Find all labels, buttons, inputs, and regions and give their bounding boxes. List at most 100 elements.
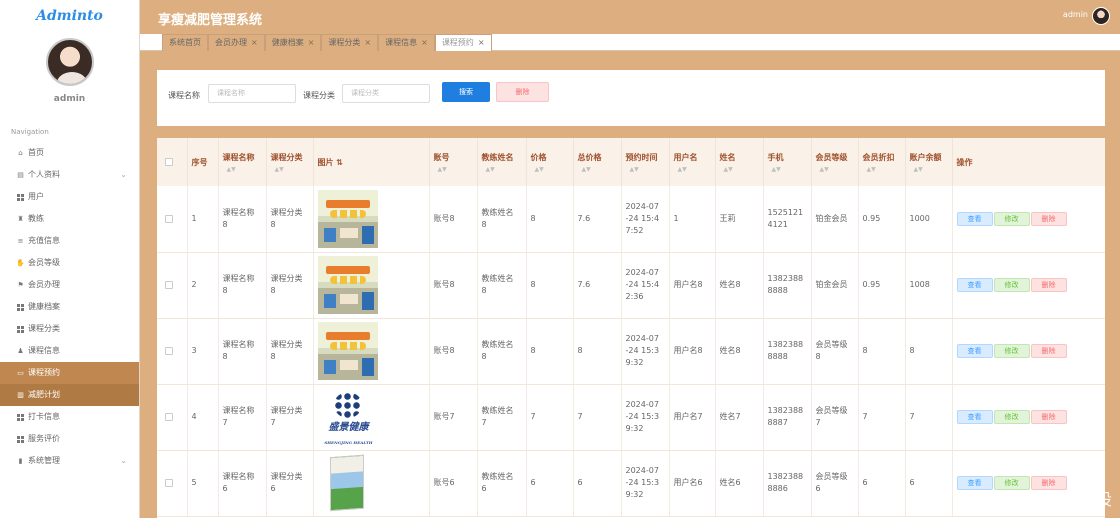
column-header[interactable]: 账号 ▲▼ (429, 138, 478, 186)
view-button[interactable]: 查看 (956, 278, 993, 292)
column-header[interactable]: 用户名 ▲▼ (669, 138, 716, 186)
view-button[interactable]: 查看 (956, 410, 993, 424)
chevron-down-icon[interactable]: ⌄ (120, 164, 127, 186)
delete-button[interactable]: 删除 (1030, 344, 1067, 358)
sidebar-item-12[interactable]: 打卡信息 (0, 406, 139, 428)
course-image[interactable]: 盛景健康 SHENGJING HEALTH (317, 388, 378, 446)
sort-icon[interactable]: ▲▼ (768, 166, 811, 173)
close-icon[interactable]: × (478, 35, 485, 51)
sidebar-item-13[interactable]: 服务评价 (0, 428, 139, 450)
cell-level: 铂金会员 (811, 252, 859, 319)
column-header[interactable]: 会员折扣 ▲▼ (858, 138, 906, 186)
sidebar-item-label: 打卡信息 (28, 412, 60, 421)
sort-icon[interactable]: ▲▼ (674, 166, 715, 173)
course-name-input[interactable]: 课程名称 (208, 84, 296, 103)
sort-icon[interactable]: ⇅ (334, 158, 343, 167)
actions-cell: 查看 修改 删除 (952, 186, 1105, 253)
column-header[interactable]: 序号 (187, 138, 219, 186)
close-icon[interactable]: × (251, 35, 258, 51)
course-image[interactable] (317, 189, 378, 248)
sort-icon[interactable]: ▲▼ (578, 166, 621, 173)
sidebar-item-5[interactable]: ✋ 会员等级 (0, 252, 139, 274)
row-checkbox[interactable] (165, 347, 173, 355)
course-category-input[interactable]: 课程分类 (342, 84, 430, 103)
sidebar-item-6[interactable]: ⚑ 会员办理 (0, 274, 139, 296)
column-header[interactable]: 课程名称 ▲▼ (218, 138, 267, 186)
view-button[interactable]: 查看 (956, 211, 993, 226)
tab-3[interactable]: 课程分类 × (321, 34, 379, 51)
sidebar-item-0[interactable]: ⌂ 首页 (0, 142, 139, 164)
sidebar: Adminto admin Navigation ⌂ 首页 ▤ 个人资料 ⌄ 用户 ♜ 教练 ≡… (0, 0, 140, 518)
course-image[interactable] (317, 454, 378, 512)
sort-icon[interactable]: ▲▼ (720, 166, 763, 173)
header-admin-name[interactable]: admin (1063, 10, 1088, 19)
sort-icon[interactable]: ▲▼ (910, 166, 952, 173)
close-icon[interactable]: × (364, 35, 371, 51)
tab-5[interactable]: 课程预约 × (434, 34, 492, 51)
app-logo[interactable]: Adminto (0, 0, 139, 30)
grid-icon (16, 413, 25, 422)
close-icon[interactable]: × (308, 35, 315, 51)
delete-button[interactable]: 删除 (1030, 211, 1067, 226)
column-header[interactable]: 会员等级 ▲▼ (811, 138, 859, 186)
sidebar-item-4[interactable]: ≡ 充值信息 (0, 230, 139, 252)
sort-icon[interactable]: ▲▼ (531, 166, 573, 173)
user-avatar[interactable] (45, 38, 94, 86)
column-header[interactable]: 图片 ⇅ (313, 138, 430, 186)
cell-disc: 0.95 (858, 186, 906, 253)
view-button[interactable]: 查看 (956, 344, 993, 358)
sidebar-item-10[interactable]: ▭ 课程预约 (0, 362, 139, 384)
column-header[interactable]: 手机 ▲▼ (763, 138, 812, 186)
edit-button[interactable]: 修改 (993, 410, 1030, 424)
column-header[interactable]: 课程分类 ▲▼ (266, 138, 314, 186)
sort-icon[interactable]: ▲▼ (482, 166, 526, 173)
sort-icon[interactable]: ▲▼ (863, 166, 905, 173)
delete-button[interactable]: 删除 (1030, 410, 1067, 424)
row-checkbox[interactable] (165, 214, 173, 223)
cell-text: 6 (862, 478, 868, 487)
sidebar-item-7[interactable]: 健康档案 (0, 296, 139, 318)
sidebar-item-8[interactable]: 课程分类 (0, 318, 139, 340)
row-checkbox[interactable] (165, 479, 173, 487)
sidebar-item-11[interactable]: ▥ 减肥计划 (0, 384, 139, 406)
select-all-checkbox[interactable] (165, 158, 173, 166)
column-header[interactable]: 姓名 ▲▼ (715, 138, 764, 186)
sidebar-item-1[interactable]: ▤ 个人资料 ⌄ (0, 164, 139, 186)
course-image[interactable] (317, 322, 378, 380)
row-checkbox[interactable] (165, 413, 173, 421)
cell-price: 8 (526, 318, 574, 385)
column-header[interactable]: 价格 ▲▼ (526, 138, 574, 186)
tab-0[interactable]: 系统首页 (162, 34, 208, 51)
sort-icon[interactable]: ▲▼ (223, 166, 266, 173)
edit-button[interactable]: 修改 (993, 211, 1030, 226)
edit-button[interactable]: 修改 (993, 344, 1030, 358)
search-button[interactable]: 搜索 (442, 82, 490, 102)
cell-disc: 7 (858, 384, 906, 451)
cell-text: 2024-07 -24 15:3 9:32 (625, 400, 660, 433)
column-header[interactable]: 总价格 ▲▼ (573, 138, 622, 186)
column-header[interactable]: 预约时间 ▲▼ (621, 138, 670, 186)
batch-delete-button[interactable]: 删除 (496, 82, 549, 102)
header-avatar[interactable] (1092, 7, 1110, 25)
sidebar-item-9[interactable]: ♟ 课程信息 (0, 340, 139, 362)
edit-button[interactable]: 修改 (993, 278, 1030, 292)
tab-2[interactable]: 健康档案 × (264, 34, 322, 51)
cell-img (313, 318, 430, 385)
sidebar-item-2[interactable]: 用户 (0, 186, 139, 208)
sort-icon[interactable]: ▲▼ (626, 166, 669, 173)
chevron-down-icon[interactable]: ⌄ (120, 450, 127, 472)
tab-4[interactable]: 课程信息 × (378, 34, 435, 51)
tab-1[interactable]: 会员办理 × (208, 34, 265, 51)
sidebar-item-3[interactable]: ♜ 教练 (0, 208, 139, 230)
course-image[interactable] (317, 256, 378, 314)
close-icon[interactable]: × (421, 35, 428, 51)
cell-text: 1382388 8888 (767, 274, 804, 295)
sort-icon[interactable]: ▲▼ (434, 166, 477, 173)
sort-icon[interactable]: ▲▼ (816, 166, 858, 173)
row-checkbox[interactable] (165, 281, 173, 289)
sort-icon[interactable]: ▲▼ (271, 166, 313, 173)
delete-button[interactable]: 删除 (1030, 278, 1067, 292)
column-header[interactable]: 教练姓名 ▲▼ (477, 138, 527, 186)
sidebar-item-14[interactable]: ▮ 系统管理 ⌄ (0, 450, 139, 472)
column-header[interactable]: 账户余额 ▲▼ (905, 138, 953, 186)
